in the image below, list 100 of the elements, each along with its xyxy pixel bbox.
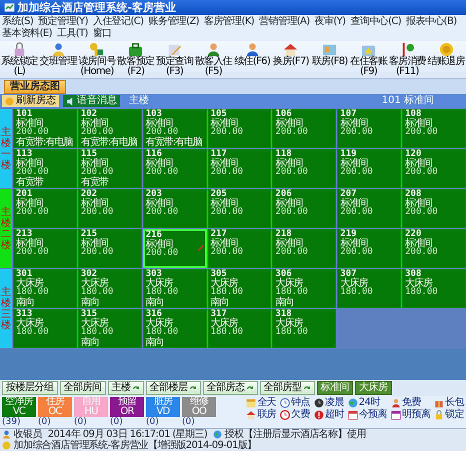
status-count: (39) <box>2 417 22 427</box>
room-tile[interactable]: 206 标准间 200.00 <box>272 189 336 228</box>
legend-label: 联房 <box>257 409 276 420</box>
room-number: 215 <box>80 230 98 239</box>
menu-item[interactable]: 报表中心(B) <box>406 16 457 28</box>
room-price: 200.00 <box>80 248 114 258</box>
toolbar-button[interactable]: 读房间号(Home) <box>78 42 116 77</box>
room-tile[interactable]: 220 标准间 200.00 <box>402 229 466 268</box>
room-tile[interactable]: 116 标准间 200.00 <box>142 149 207 188</box>
filter-dropdown[interactable]: 全部房型 <box>260 381 314 395</box>
room-price: 200.00 <box>16 168 49 178</box>
status-legend-tile[interactable]: 脏房 VD <box>146 397 180 417</box>
room-tile[interactable]: 308 大床房 180.00 <box>402 269 466 308</box>
menu-item[interactable]: 系统(S) <box>2 16 34 28</box>
room-tile[interactable]: 207 标准间 200.00 <box>337 189 402 228</box>
room-tile[interactable]: 317 大床房 180.00 <box>208 309 272 348</box>
room-type: 标准间 <box>210 159 238 168</box>
room-price: 200.00 <box>275 208 308 218</box>
room-type: 大床房 <box>146 279 173 288</box>
voice-message-button[interactable]: 语音消息 <box>63 95 120 107</box>
refresh-button[interactable]: 刷新房态 <box>2 95 59 107</box>
room-tile[interactable]: 307 大床房 180.00 <box>337 269 402 308</box>
menu-item[interactable]: 账务管理(Z) <box>148 16 199 28</box>
room-tile[interactable]: 118 标准间 200.00 <box>272 149 336 188</box>
legend-label: 钟点 <box>291 397 310 408</box>
room-tile[interactable]: 301 大床房 180.00 南向 <box>13 269 77 308</box>
room-tile[interactable]: 306 大床房 180.00 南向 <box>272 269 336 308</box>
tab[interactable]: 营业房态图 <box>4 80 66 94</box>
menu-item[interactable]: 窗口 <box>92 28 112 40</box>
room-tile[interactable]: 217 标准间 200.00 <box>208 229 272 268</box>
menu-item[interactable]: 营销管理(A) <box>259 16 310 28</box>
menu-item[interactable]: 预定管理(Y) <box>38 16 88 28</box>
room-type: 大床房 <box>80 319 108 328</box>
room-tile[interactable]: 202 标准间 200.00 <box>78 189 142 228</box>
room-tile[interactable]: 113 标准间 200.00 有宽带 <box>13 149 77 188</box>
room-type: 标准间 <box>146 240 173 250</box>
toolbar-button[interactable]: 系统锁定(L) <box>0 42 39 77</box>
toolbar-button[interactable]: 结账退房 <box>426 42 466 77</box>
key-icon <box>89 42 104 57</box>
room-tile[interactable]: 201 标准间 200.00 <box>13 189 77 228</box>
room-tile[interactable]: 305 大床房 180.00 南向 <box>208 269 272 308</box>
room-tile[interactable]: 316 大床房 180.00 南向 <box>142 309 207 348</box>
room-tile[interactable]: 101 标准间 200.00 有宽带:有电脑 <box>13 109 77 148</box>
room-tile[interactable]: 313 大床房 180.00 <box>13 309 77 348</box>
filter-dropdown[interactable]: 全部楼层 <box>146 381 200 395</box>
room-tile[interactable]: 102 标准间 200.00 有宽带:有电脑 <box>78 109 142 148</box>
room-tile[interactable]: 115 标准间 200.00 有宽带 <box>78 149 142 188</box>
room-tile[interactable]: 215 标准间 200.00 <box>78 229 142 268</box>
toolbar-button[interactable]: 散客入住(F5) <box>194 42 233 77</box>
room-tile[interactable]: 218 标准间 200.00 <box>272 229 336 268</box>
toolbar-button[interactable]: 联房(F8) <box>310 42 350 77</box>
room-number: 218 <box>275 230 292 239</box>
menu-item[interactable]: 夜审(Y) <box>314 16 346 28</box>
room-tile[interactable]: 120 标准间 200.00 <box>402 149 466 188</box>
filter-button[interactable]: 按楼层分组 <box>2 381 58 395</box>
building-label: 主楼 <box>129 95 149 107</box>
room-tile[interactable]: 205 标准间 200.00 <box>208 189 272 228</box>
filter-dropdown[interactable]: 主楼 <box>108 381 144 395</box>
room-tile[interactable]: 203 标准间 200.00 <box>142 189 207 228</box>
toolbar-button[interactable]: 换房(F7) <box>272 42 310 77</box>
room-tile[interactable]: 105 标准间 200.00 <box>208 109 272 148</box>
menu-item[interactable]: 基本资料(E) <box>2 28 52 40</box>
room-tile[interactable]: 119 标准间 200.00 <box>337 149 402 188</box>
room-tile[interactable]: 216 标准间 200.00 <box>142 229 207 268</box>
speaker-icon <box>66 96 75 106</box>
status-legend-tile[interactable]: 维修 OO <box>182 397 216 417</box>
pen-mark-icon <box>196 244 204 251</box>
status-legend-tile[interactable]: 预留 OR <box>110 397 144 417</box>
menu-item[interactable]: 工具(T) <box>56 28 88 40</box>
toolbar-button[interactable]: 预定查询(F3) <box>155 42 194 77</box>
room-tile[interactable]: 302 大床房 180.00 南向 <box>78 269 142 308</box>
filter-button[interactable]: 标准间 <box>316 381 353 395</box>
toolbar-button[interactable]: 交班管理 <box>38 42 78 77</box>
room-tile[interactable]: 303 大床房 180.00 南向 <box>142 269 207 308</box>
room-type: 标准间 <box>275 199 302 208</box>
status-legend-tile[interactable]: 空净房 VC <box>2 397 36 417</box>
room-tile[interactable]: 208 标准间 200.00 <box>402 189 466 228</box>
toolbar-button[interactable]: 续住(F6) <box>232 42 272 77</box>
filter-button[interactable]: 大床房 <box>355 381 392 395</box>
legend-label: 锁定 <box>445 409 464 420</box>
room-tile[interactable]: 108 标准间 200.00 <box>402 109 466 148</box>
room-tile[interactable]: 106 标准间 200.00 <box>272 109 336 148</box>
room-tile[interactable]: 117 标准间 200.00 <box>208 149 272 188</box>
toolbar-button[interactable]: 客房消费(F11) <box>388 42 427 77</box>
filter-button[interactable]: 全部房间 <box>60 381 106 395</box>
room-tile[interactable]: 103 标准间 200.00 有宽带:有电脑 <box>142 109 207 148</box>
menu-item[interactable]: 客房管理(K) <box>204 16 254 28</box>
filter-dropdown[interactable]: 全部房态 <box>202 381 258 395</box>
room-tile[interactable]: 107 标准间 200.00 <box>337 109 402 148</box>
room-tile[interactable]: 219 标准间 200.00 <box>337 229 402 268</box>
room-number: 306 <box>275 270 292 279</box>
toolbar-button[interactable]: 在住客账(F9) <box>349 42 388 77</box>
room-tile[interactable]: 213 标准间 200.00 <box>13 229 77 268</box>
menu-item[interactable]: 入住登记(C) <box>92 16 144 28</box>
room-price: 180.00 <box>16 328 49 338</box>
menu-item[interactable]: 查询中心(C) <box>350 16 402 28</box>
room-tile[interactable]: 318 大床房 180.00 <box>272 309 336 348</box>
toolbar-button[interactable]: 散客预定(F2) <box>116 42 156 77</box>
floor-name: 主楼二楼 <box>1 206 11 250</box>
room-tile[interactable]: 315 大床房 180.00 南向 <box>78 309 142 348</box>
